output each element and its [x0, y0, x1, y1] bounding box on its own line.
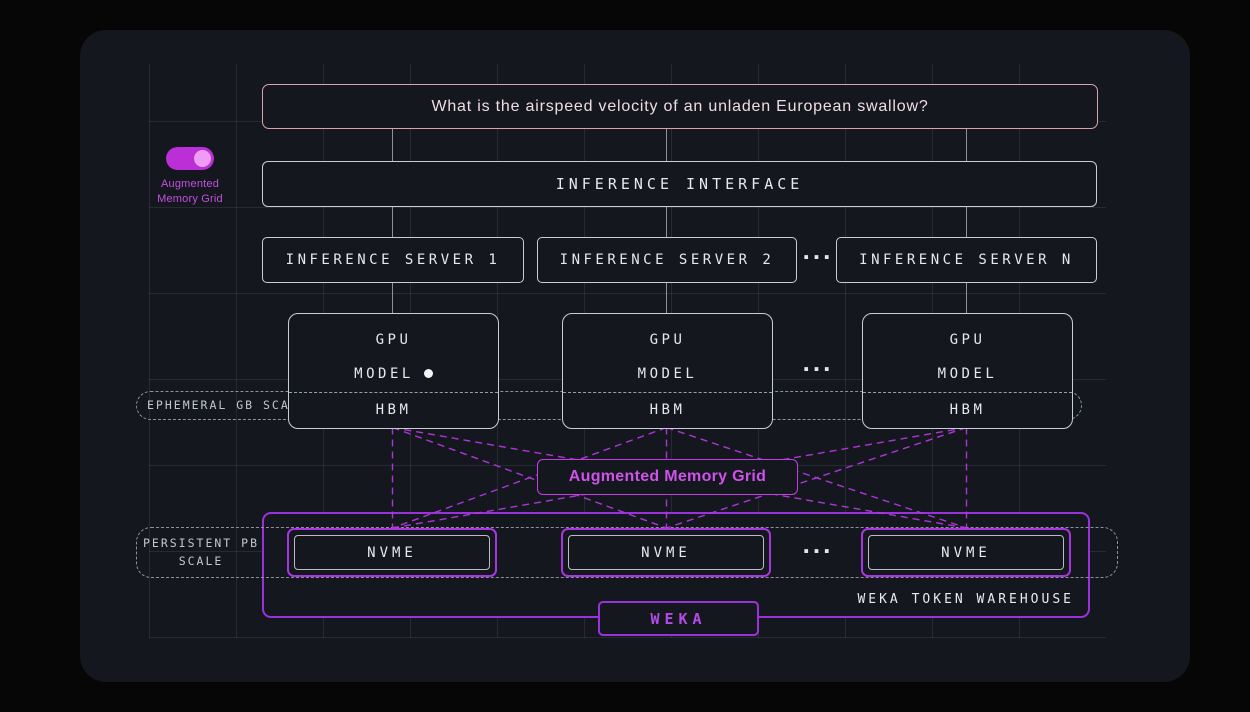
nvme-box-n: NVME — [861, 528, 1071, 577]
inference-server-2-box: INFERENCE SERVER 2 — [537, 237, 797, 283]
model-label: MODEL — [563, 360, 772, 388]
gpu-label: GPU — [863, 326, 1072, 354]
gpu-stack-2: GPU MODEL HBM — [562, 313, 773, 429]
ellipsis-icon: ... — [798, 530, 838, 558]
toggle-knob-icon — [194, 150, 211, 167]
nvme-label: NVME — [294, 535, 490, 570]
gpu-stack-n: GPU MODEL HBM — [862, 313, 1073, 429]
nvme-box-1: NVME — [287, 528, 497, 577]
model-label: MODEL — [863, 360, 1072, 388]
augmented-memory-grid-box: Augmented Memory Grid — [537, 459, 798, 495]
weka-badge: WEKA — [598, 601, 759, 636]
ellipsis-icon: ... — [798, 348, 838, 376]
gpu-label: GPU — [289, 326, 498, 354]
gpu-stack-1: GPU MODEL HBM — [288, 313, 499, 429]
hbm-label: HBM — [863, 393, 1072, 428]
hbm-label: HBM — [289, 393, 498, 428]
model-label: MODEL — [289, 360, 498, 388]
warehouse-title: WEKA TOKEN WAREHOUSE — [857, 592, 1074, 607]
model-status-dot-icon — [424, 369, 433, 378]
ephemeral-scale-label: EPHEMERAL GB SCALE — [147, 391, 308, 420]
toggle-label: Augmented Memory Grid — [147, 177, 233, 207]
ellipsis-icon: ... — [798, 236, 838, 264]
gpu-label: GPU — [563, 326, 772, 354]
inference-server-n-box: INFERENCE SERVER N — [836, 237, 1097, 283]
diagram-canvas: WEKA TOKEN WAREHOUSE EPHEMERAL GB SCALE … — [0, 0, 1250, 712]
model-text: MODEL — [354, 366, 414, 382]
inference-interface-box: INFERENCE INTERFACE — [262, 161, 1097, 207]
query-box: What is the airspeed velocity of an unla… — [262, 84, 1098, 129]
persistent-scale-label: PERSISTENT PB SCALE — [141, 527, 261, 578]
hbm-label: HBM — [563, 393, 772, 428]
nvme-label: NVME — [568, 535, 764, 570]
nvme-box-2: NVME — [561, 528, 771, 577]
nvme-label: NVME — [868, 535, 1064, 570]
augmented-memory-grid-toggle[interactable] — [166, 147, 214, 170]
inference-server-1-box: INFERENCE SERVER 1 — [262, 237, 524, 283]
